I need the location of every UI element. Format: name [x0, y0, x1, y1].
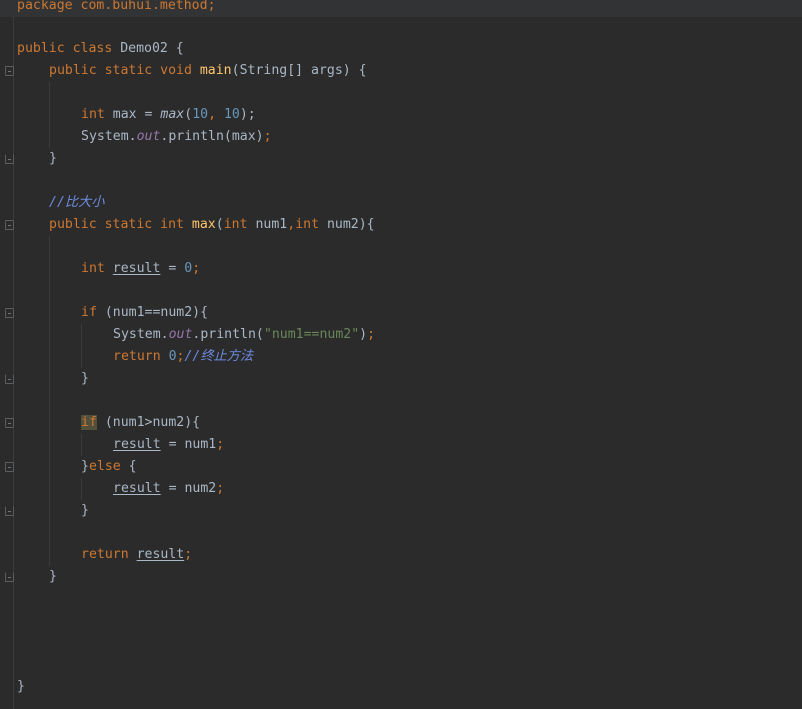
code-line-26[interactable]: return result;	[17, 544, 802, 566]
code-line-11[interactable]: public static int max(int num1,int num2)…	[17, 214, 802, 236]
fold-icon[interactable]	[5, 418, 14, 428]
fold-icon[interactable]	[5, 220, 14, 230]
code-line-23[interactable]: result = num2;	[17, 478, 802, 500]
code-line-21[interactable]: result = num1;	[17, 434, 802, 456]
code-line-15[interactable]: if (num1==num2){	[17, 302, 802, 324]
code-line-8[interactable]: }	[17, 148, 802, 170]
code-line-6[interactable]: int max = max(10, 10);	[17, 104, 802, 126]
code-line-27[interactable]: }	[17, 566, 802, 588]
code-line-20[interactable]: if (num1>num2){	[17, 412, 802, 434]
fold-icon[interactable]	[5, 506, 14, 516]
method-name-max: max	[191, 217, 216, 232]
code-line-4[interactable]: public static void main(String[] args) {	[17, 60, 802, 82]
method-name-main: main	[199, 63, 232, 78]
code-line-18[interactable]: }	[17, 368, 802, 390]
code-line-7[interactable]: System.out.println(max);	[17, 126, 802, 148]
fold-icon[interactable]	[5, 308, 14, 318]
code-line-16[interactable]: System.out.println("num1==num2");	[17, 324, 802, 346]
fold-icon[interactable]	[5, 66, 14, 76]
code-line-3[interactable]: public class Demo02 {	[17, 38, 802, 60]
code-line-22[interactable]: }else {	[17, 456, 802, 478]
code-editor[interactable]: package com.buhui.method; public class D…	[0, 0, 802, 709]
comment: //终止方法	[184, 349, 254, 364]
code-line-17[interactable]: return 0;//终止方法	[17, 346, 802, 368]
code-line-1[interactable]: package com.buhui.method;	[0, 0, 802, 17]
fold-icon[interactable]	[5, 572, 14, 582]
gutter	[0, 0, 14, 709]
code-line-13[interactable]: int result = 0;	[17, 258, 802, 280]
code-line-24[interactable]: }	[17, 500, 802, 522]
class-name: Demo02 {	[120, 41, 184, 56]
code-line-32[interactable]: }	[17, 676, 802, 698]
fold-icon[interactable]	[5, 374, 14, 384]
package-declaration: package com.buhui.method	[17, 0, 208, 13]
comment: //比大小	[49, 195, 105, 210]
fold-icon[interactable]	[5, 154, 14, 164]
fold-icon[interactable]	[5, 462, 14, 472]
highlighted-keyword: if	[81, 415, 97, 430]
code-line-10[interactable]: //比大小	[17, 192, 802, 214]
